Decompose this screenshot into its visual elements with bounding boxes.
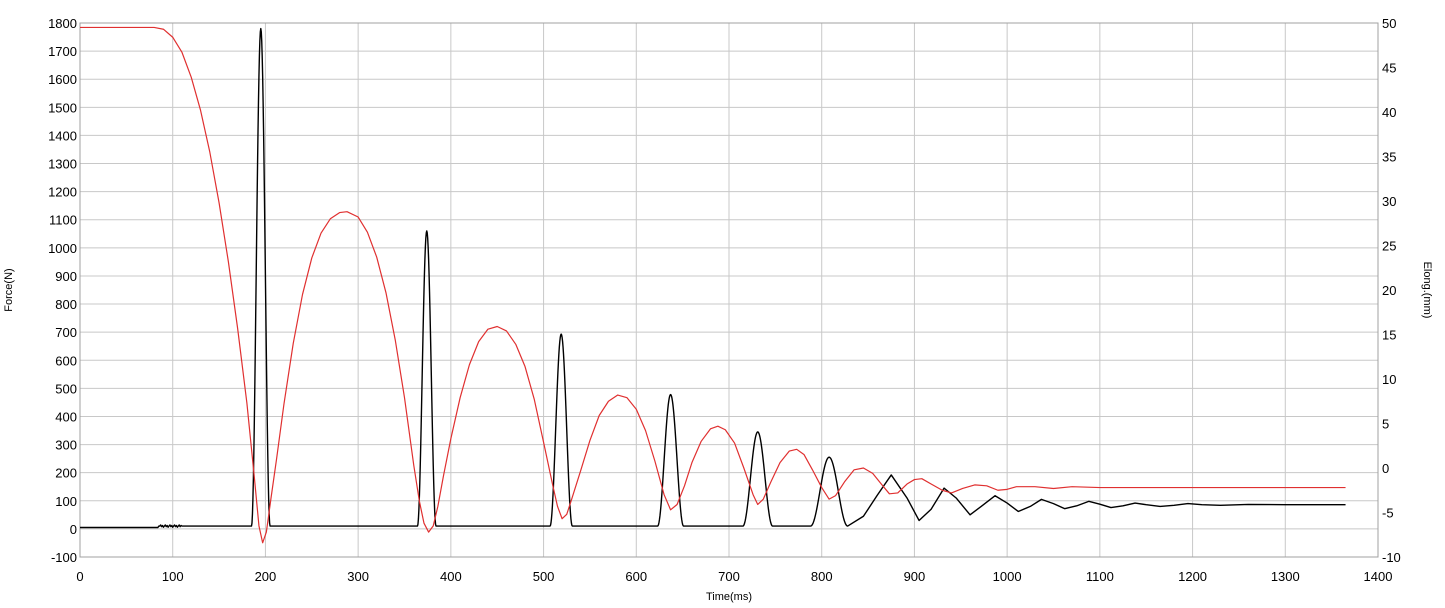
y-left-tick-label: 600 <box>55 353 77 368</box>
x-tick-label: 1100 <box>1086 569 1114 584</box>
y-right-tick-label: 5 <box>1382 417 1389 432</box>
y-right-axis-title: Elong.(mm) <box>1421 262 1433 319</box>
y-right-tick-label: 50 <box>1382 16 1396 31</box>
x-tick-label: 700 <box>718 569 740 584</box>
x-axis-title: Time(ms) <box>706 591 752 603</box>
y-left-tick-label: 1600 <box>48 72 77 87</box>
x-tick-label: 300 <box>347 569 369 584</box>
x-tick-label: 100 <box>162 569 184 584</box>
x-tick-label: 800 <box>811 569 833 584</box>
x-tick-label: 400 <box>440 569 462 584</box>
y-left-tick-label: 0 <box>70 522 77 537</box>
y-left-tick-label: 100 <box>55 494 77 509</box>
chart-canvas: 0 100 200 300 400 500 600 700 800 900 1000 1100 1200… <box>3 16 1433 603</box>
y-left-tick-labels: -100 0 100 200 300 400 500 600 700 800 900 1000 1100… <box>48 16 77 565</box>
y-right-tick-label: 30 <box>1382 194 1396 209</box>
y-left-tick-label: 1000 <box>48 241 77 256</box>
y-right-tick-label: -10 <box>1382 550 1401 565</box>
y-right-tick-label: 15 <box>1382 328 1396 343</box>
y-left-tick-label: 300 <box>55 438 77 453</box>
y-right-tick-label: 35 <box>1382 150 1396 165</box>
y-right-tick-label: 20 <box>1382 283 1396 298</box>
y-left-tick-label: 1500 <box>48 100 77 115</box>
y-left-tick-label: 1300 <box>48 157 77 172</box>
y-right-tick-label: 45 <box>1382 61 1396 76</box>
y-left-tick-label: 700 <box>55 325 77 340</box>
y-right-tick-label: -5 <box>1382 506 1394 521</box>
y-left-tick-label: 1700 <box>48 44 77 59</box>
y-left-tick-label: 1400 <box>48 128 77 143</box>
y-left-tick-label: 1800 <box>48 16 77 31</box>
y-right-tick-label: 10 <box>1382 372 1396 387</box>
y-left-tick-label: -100 <box>51 550 77 565</box>
x-tick-label: 200 <box>255 569 277 584</box>
grid-lines <box>79 22 1379 558</box>
x-tick-label: 1400 <box>1364 569 1393 584</box>
x-tick-label: 1200 <box>1178 569 1207 584</box>
x-tick-label: 500 <box>533 569 555 584</box>
x-tick-label: 600 <box>625 569 647 584</box>
y-left-tick-label: 800 <box>55 297 77 312</box>
x-tick-label: 1000 <box>993 569 1022 584</box>
y-left-tick-label: 500 <box>55 381 77 396</box>
y-left-tick-label: 1100 <box>49 213 77 228</box>
x-tick-label: 900 <box>904 569 926 584</box>
x-tick-label: 1300 <box>1271 569 1300 584</box>
force-series-line <box>80 27 1346 529</box>
y-left-tick-label: 1200 <box>48 185 77 200</box>
y-left-tick-label: 900 <box>55 269 77 284</box>
y-left-tick-label: 400 <box>55 409 77 424</box>
y-right-tick-label: 25 <box>1382 239 1396 254</box>
y-right-tick-label: 40 <box>1382 105 1396 120</box>
x-tick-label: 0 <box>76 569 83 584</box>
y-right-tick-labels: -10 -5 0 5 10 15 20 25 30 35 40 45 50 <box>1382 16 1401 565</box>
elongation-series-line <box>80 26 1346 544</box>
x-tick-labels: 0 100 200 300 400 500 600 700 800 900 1000 1100 1200… <box>76 569 1392 584</box>
y-right-tick-label: 0 <box>1382 461 1389 476</box>
y-left-tick-label: 200 <box>55 466 77 481</box>
y-left-axis-title: Force(N) <box>3 268 15 311</box>
series-layer <box>80 26 1346 544</box>
